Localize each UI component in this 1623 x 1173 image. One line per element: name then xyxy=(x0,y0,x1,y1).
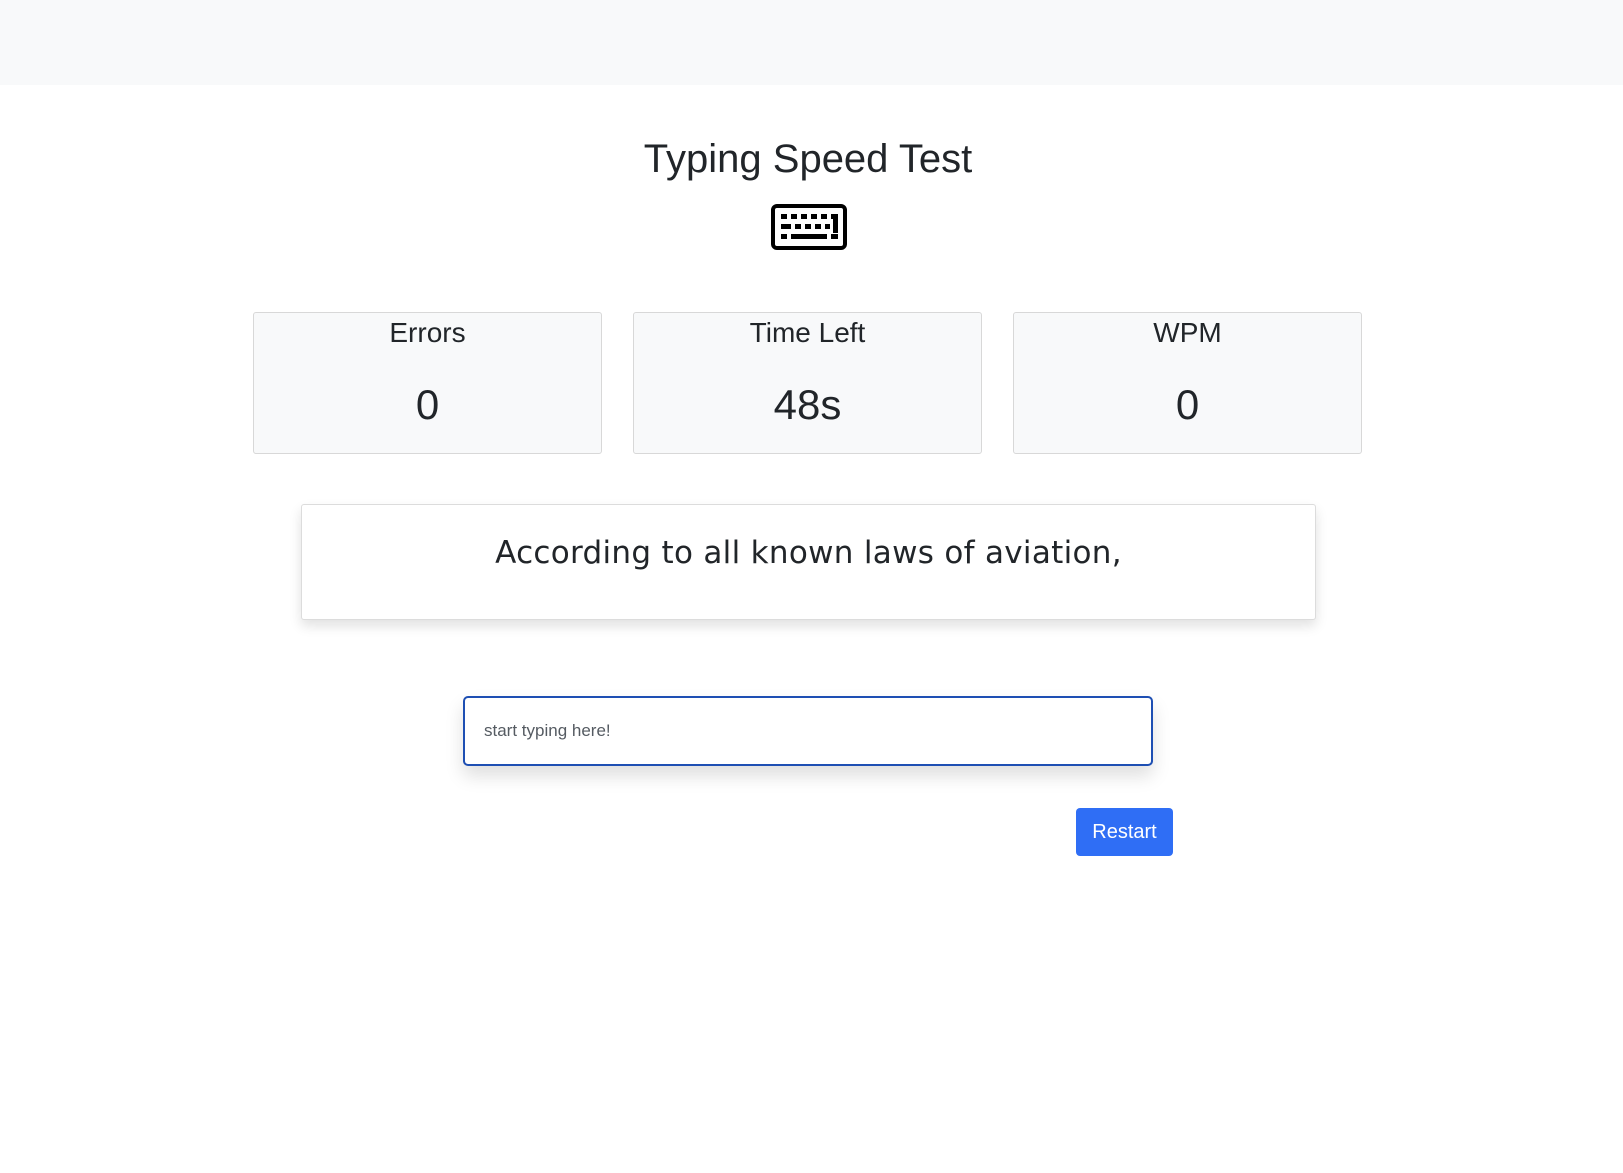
wpm-label: WPM xyxy=(1153,317,1222,348)
top-navbar xyxy=(0,0,1623,85)
typing-input[interactable] xyxy=(463,696,1153,766)
page-title: Typing Speed Test xyxy=(643,137,973,181)
restart-button[interactable]: Restart xyxy=(1076,808,1173,856)
keyboard-icon xyxy=(771,204,847,250)
time-left-label: Time Left xyxy=(749,317,866,348)
time-left-value: 48s xyxy=(773,381,842,428)
quote-text: According to all known laws of aviation, xyxy=(495,535,1122,571)
wpm-card: WPM 0 xyxy=(1013,312,1362,454)
wpm-value: 0 xyxy=(1175,381,1200,428)
errors-label: Errors xyxy=(389,317,466,348)
errors-card: Errors 0 xyxy=(253,312,602,454)
time-left-card: Time Left 48s xyxy=(633,312,982,454)
quote-box: According to all known laws of aviation, xyxy=(301,504,1316,620)
errors-value: 0 xyxy=(415,381,440,428)
